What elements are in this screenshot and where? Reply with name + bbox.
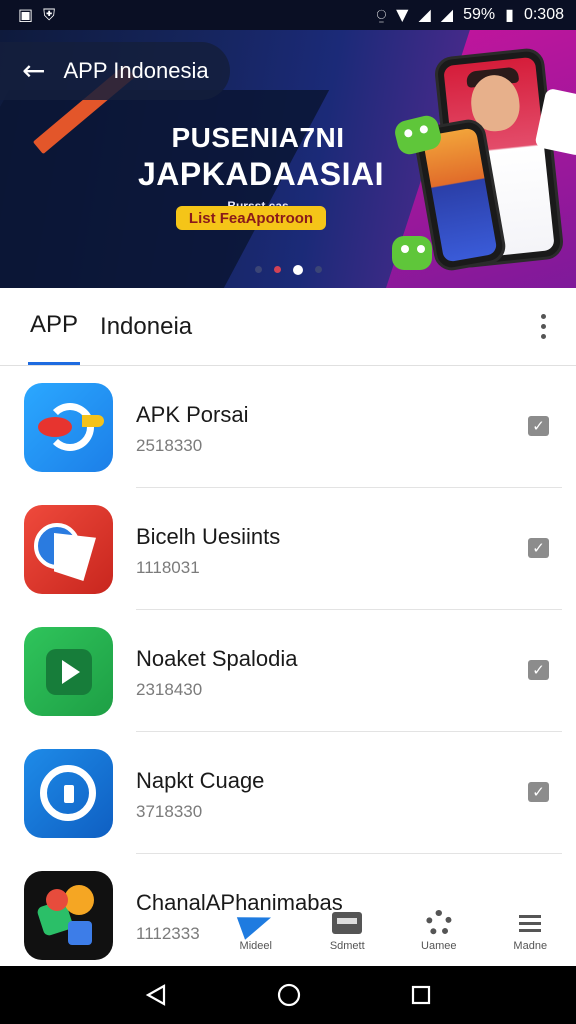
app-name: Bicelh Uesiints	[136, 524, 281, 549]
more-options-icon[interactable]	[541, 314, 546, 339]
app-name: APK Porsai	[136, 402, 249, 427]
nav-home-icon[interactable]	[276, 982, 302, 1008]
checkbox-icon[interactable]: ✓	[528, 782, 549, 802]
clock: 0:308	[523, 6, 564, 23]
bottom-tab-bar: Mideel Sdmett Uamee Madne	[210, 896, 576, 966]
headline-line-2: JAPKADAASIAI	[138, 156, 385, 192]
app-meta: 2518330	[136, 436, 203, 455]
tab-label: Madne	[513, 940, 548, 952]
app-list-item[interactable]: Noaket Spalodia 2318430 ✓	[0, 610, 576, 732]
carousel-dot[interactable]	[254, 266, 262, 273]
bird-refresh-icon	[24, 383, 113, 472]
signal-icon-2: ◢	[440, 5, 454, 24]
tab-label: Mideel	[239, 940, 272, 952]
app-meta: 1112333	[136, 924, 200, 943]
tab-sdmett[interactable]: Sdmett	[302, 896, 394, 966]
app-list: APK Porsai 2518330 ✓ Bicelh Uesiints 111…	[0, 366, 576, 976]
nav-recents-icon[interactable]	[410, 984, 432, 1006]
page-title: Indoneia	[100, 312, 193, 340]
gear-icon	[425, 910, 452, 936]
promo-badge[interactable]: List FeaApotroon	[176, 206, 326, 230]
app-meta: 3718330	[136, 802, 203, 821]
app-list-item[interactable]: APK Porsai 2518330 ✓	[0, 366, 576, 488]
carousel-dot-active[interactable]	[292, 265, 303, 275]
headline-line-1: PUSENIA7NI	[171, 122, 345, 153]
image-icon: ▣	[18, 5, 34, 24]
nav-back-icon[interactable]	[144, 983, 168, 1007]
screen: ▣ ⛨ ⍜ ▼ ◢ ◢ 59% ▮ 0:308 ← APP Indonesia …	[0, 0, 576, 1024]
app-meta: 2318430	[136, 680, 203, 699]
checkbox-icon[interactable]: ✓	[528, 416, 549, 436]
tab-label: Uamee	[421, 940, 457, 952]
banner-headline: PUSENIA7NI JAPKADAASIAI Bursst cas	[138, 122, 385, 213]
play-icon	[24, 627, 113, 716]
app-meta: 1118031	[136, 558, 200, 577]
carousel-indicator[interactable]	[0, 265, 576, 275]
carousel-dot[interactable]	[273, 266, 281, 273]
chat-bubble-icon	[24, 749, 113, 838]
app-name: Noaket Spalodia	[136, 646, 298, 671]
vibrate-icon: ⍜	[376, 5, 387, 24]
app-name: Napkt Cuage	[136, 768, 265, 793]
status-bar: ▣ ⛨ ⍜ ▼ ◢ ◢ 59% ▮ 0:308	[0, 0, 576, 30]
banner-title: APP Indonesia	[63, 58, 209, 83]
screen-icon	[332, 912, 363, 934]
send-icon	[236, 906, 275, 940]
wifi-icon: ▼	[396, 5, 409, 24]
banner-header: ← APP Indonesia	[0, 42, 230, 100]
battery-icon: ▮	[505, 5, 514, 24]
tab-label: Sdmett	[329, 940, 365, 952]
app-list-item[interactable]: Bicelh Uesiints 1118031 ✓	[0, 488, 576, 610]
title-bar: APP Indoneia	[0, 288, 576, 366]
colorful-blocks-icon	[24, 871, 113, 960]
back-arrow-icon[interactable]: ←	[22, 57, 45, 85]
carousel-dot[interactable]	[314, 266, 322, 273]
checkbox-icon[interactable]: ✓	[528, 538, 549, 558]
tab-madne[interactable]: Madne	[485, 896, 576, 966]
tab-uamee[interactable]: Uamee	[393, 896, 485, 966]
paper-map-icon	[24, 505, 113, 594]
system-nav-bar	[0, 966, 576, 1024]
checkbox-icon[interactable]: ✓	[528, 660, 549, 680]
app-list-item[interactable]: Napkt Cuage 3718330 ✓	[0, 732, 576, 854]
tab-mideel[interactable]: Mideel	[210, 896, 302, 966]
signal-icon: ◢	[418, 5, 431, 24]
promo-banner[interactable]: ← APP Indonesia PUSENIA7NI JAPKADAASIAI …	[0, 30, 576, 288]
shield-icon: ⛨	[43, 5, 56, 24]
tab-app[interactable]: APP	[28, 288, 81, 365]
battery-percent: 59%	[463, 6, 496, 23]
menu-icon	[519, 914, 542, 932]
android-robot-icon-2	[392, 236, 432, 270]
